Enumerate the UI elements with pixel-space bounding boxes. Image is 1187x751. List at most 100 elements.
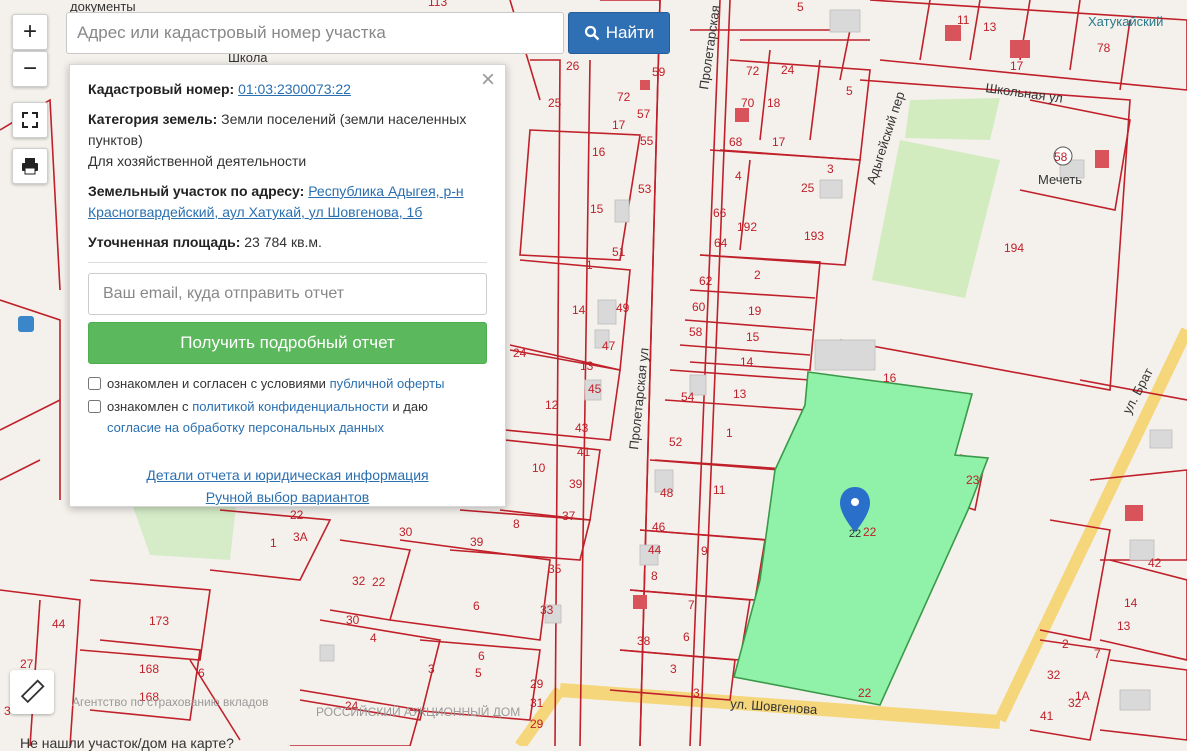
parcel-number: 25 bbox=[548, 96, 562, 110]
public-offer-link[interactable]: публичной оферты bbox=[330, 376, 445, 391]
zoom-out-button[interactable]: − bbox=[12, 51, 48, 87]
parcel-number: 5 bbox=[797, 0, 804, 14]
parcel-number: 11 bbox=[957, 13, 970, 27]
parcel-number: 18 bbox=[767, 96, 781, 110]
bus-stop-icon bbox=[18, 316, 34, 332]
expand-icon bbox=[22, 112, 38, 128]
parcel-number: 41 bbox=[577, 445, 591, 459]
privacy-checkbox[interactable] bbox=[88, 400, 101, 413]
parcel-number: 45 bbox=[588, 382, 602, 396]
offer-consent-text: ознакомлен и согласен с условиями публич… bbox=[107, 373, 444, 394]
cadastral-label: Кадастровый номер: bbox=[88, 81, 235, 97]
print-button[interactable] bbox=[12, 148, 48, 184]
offer-text: ознакомлен и согласен с условиями bbox=[107, 376, 326, 391]
parcel-number: 49 bbox=[616, 301, 630, 315]
parcel-number: 27 bbox=[20, 657, 34, 671]
parcel-number: 55 bbox=[640, 134, 654, 148]
pin-dot bbox=[851, 498, 859, 506]
parcel-number: 17 bbox=[772, 135, 786, 149]
parcel-number: 44 bbox=[52, 617, 66, 631]
parcel-number: 16 bbox=[883, 371, 897, 385]
watermark-rad: РОССИЙСКИЙ АУКЦИОННЫЙ ДОМ bbox=[316, 704, 520, 719]
parcel-number: 42 bbox=[1148, 556, 1162, 570]
search-button-label: Найти bbox=[605, 23, 655, 42]
parcel-number: 6 bbox=[198, 666, 205, 680]
parcel-number: 9 bbox=[701, 544, 708, 558]
address-label: Земельный участок по адресу: bbox=[88, 183, 305, 199]
zoom-in-button[interactable]: + bbox=[12, 14, 48, 50]
parcel-number: 168 bbox=[139, 662, 159, 676]
parcel-number: 1 bbox=[586, 258, 593, 272]
parcel-info-popup: × Кадастровый номер: 01:03:2300073:22 Ка… bbox=[69, 64, 506, 507]
parcel-number: 3А bbox=[293, 530, 308, 544]
parcel-number: 6 bbox=[473, 599, 480, 613]
parcel-number: 15 bbox=[746, 330, 760, 344]
search-input[interactable] bbox=[66, 12, 564, 54]
report-details-link[interactable]: Детали отчета и юридическая информация bbox=[146, 467, 428, 483]
fullscreen-button[interactable] bbox=[12, 102, 48, 138]
not-found-link[interactable]: Не нашли участок/дом на карте? bbox=[20, 735, 234, 751]
cadastral-number-link[interactable]: 01:03:2300073:22 bbox=[238, 81, 351, 97]
parcel-number: 194 bbox=[1004, 241, 1024, 255]
cadastral-row: Кадастровый номер: 01:03:2300073:22 bbox=[88, 79, 487, 100]
parcel-number: 72 bbox=[617, 90, 631, 104]
parcel-number: 17 bbox=[612, 118, 626, 132]
parcel-number: 68 bbox=[729, 135, 743, 149]
parcel-number: 173 bbox=[149, 614, 169, 628]
parcel-number: 33 bbox=[540, 603, 554, 617]
search-button[interactable]: Найти bbox=[568, 12, 670, 54]
parcel-number: 3 bbox=[693, 686, 700, 700]
printer-icon bbox=[22, 158, 38, 175]
plus-icon: + bbox=[22, 18, 37, 45]
personal-data-consent-link[interactable]: согласие на обработку персональных данны… bbox=[107, 420, 384, 435]
parcel-number: 5 bbox=[846, 84, 853, 98]
parcel-number: 1 bbox=[270, 536, 277, 550]
parcel-number: 43 bbox=[575, 421, 589, 435]
parcel-number: 22 bbox=[858, 686, 872, 700]
parcel-number: 62 bbox=[699, 274, 713, 288]
parcel-number: 26 bbox=[566, 59, 580, 73]
category-label: Категория земель: bbox=[88, 111, 218, 127]
email-field[interactable] bbox=[88, 273, 487, 315]
parcel-number: 57 bbox=[637, 107, 651, 121]
parcel-number: 6 bbox=[683, 630, 690, 644]
privacy-text-2: и даю bbox=[392, 399, 428, 414]
parcel-number: 29 bbox=[530, 677, 544, 691]
parcel-number: 53 bbox=[638, 182, 652, 196]
parcel-number: 1А bbox=[1075, 689, 1090, 703]
parcel-number: 14 bbox=[1124, 596, 1138, 610]
parcel-number: 52 bbox=[669, 435, 683, 449]
parcel-number: 19 bbox=[748, 304, 762, 318]
manual-selection-link[interactable]: Ручной выбор вариантов bbox=[206, 489, 370, 505]
search-icon bbox=[584, 25, 600, 41]
parcel-number: 23 bbox=[966, 473, 980, 487]
parcel-number: 41 bbox=[1040, 709, 1054, 723]
parcel-number: 22 bbox=[290, 508, 304, 522]
parcel-number: 78 bbox=[1097, 41, 1111, 55]
get-report-button[interactable]: Получить подробный отчет bbox=[88, 322, 487, 364]
parcel-number: 113 bbox=[428, 0, 447, 9]
offer-consent-row: ознакомлен и согласен с условиями публич… bbox=[88, 373, 487, 394]
area-row: Уточненная площадь: 23 784 кв.м. bbox=[88, 232, 487, 253]
measure-button[interactable] bbox=[10, 670, 54, 714]
ruler-icon bbox=[20, 679, 45, 704]
privacy-consent-text: ознакомлен с политикой конфиденциальност… bbox=[107, 396, 428, 438]
parcel-number: 24 bbox=[513, 346, 527, 360]
parcel-number: 14 bbox=[572, 303, 586, 317]
poi-hatukay: Хатукайский bbox=[1088, 14, 1163, 29]
parcel-number: 8 bbox=[651, 569, 658, 583]
parcel-number: 11 bbox=[713, 483, 726, 497]
parcel-number: 70 bbox=[741, 96, 755, 110]
parcel-number: 193 bbox=[804, 229, 824, 243]
selected-parcel-number: 22 bbox=[849, 528, 861, 540]
close-icon[interactable]: × bbox=[481, 68, 495, 92]
offer-checkbox[interactable] bbox=[88, 377, 101, 390]
parcel-number: 4 bbox=[735, 169, 742, 183]
parcel-number: 72 bbox=[746, 64, 760, 78]
parcel-number: 48 bbox=[660, 486, 674, 500]
privacy-policy-link[interactable]: политикой конфиденциальности bbox=[192, 399, 389, 414]
parcel-number: 13 bbox=[733, 387, 747, 401]
parcel-number: 22 bbox=[863, 525, 877, 539]
green-area bbox=[905, 98, 1000, 140]
parcel-number: 13 bbox=[1117, 619, 1131, 633]
